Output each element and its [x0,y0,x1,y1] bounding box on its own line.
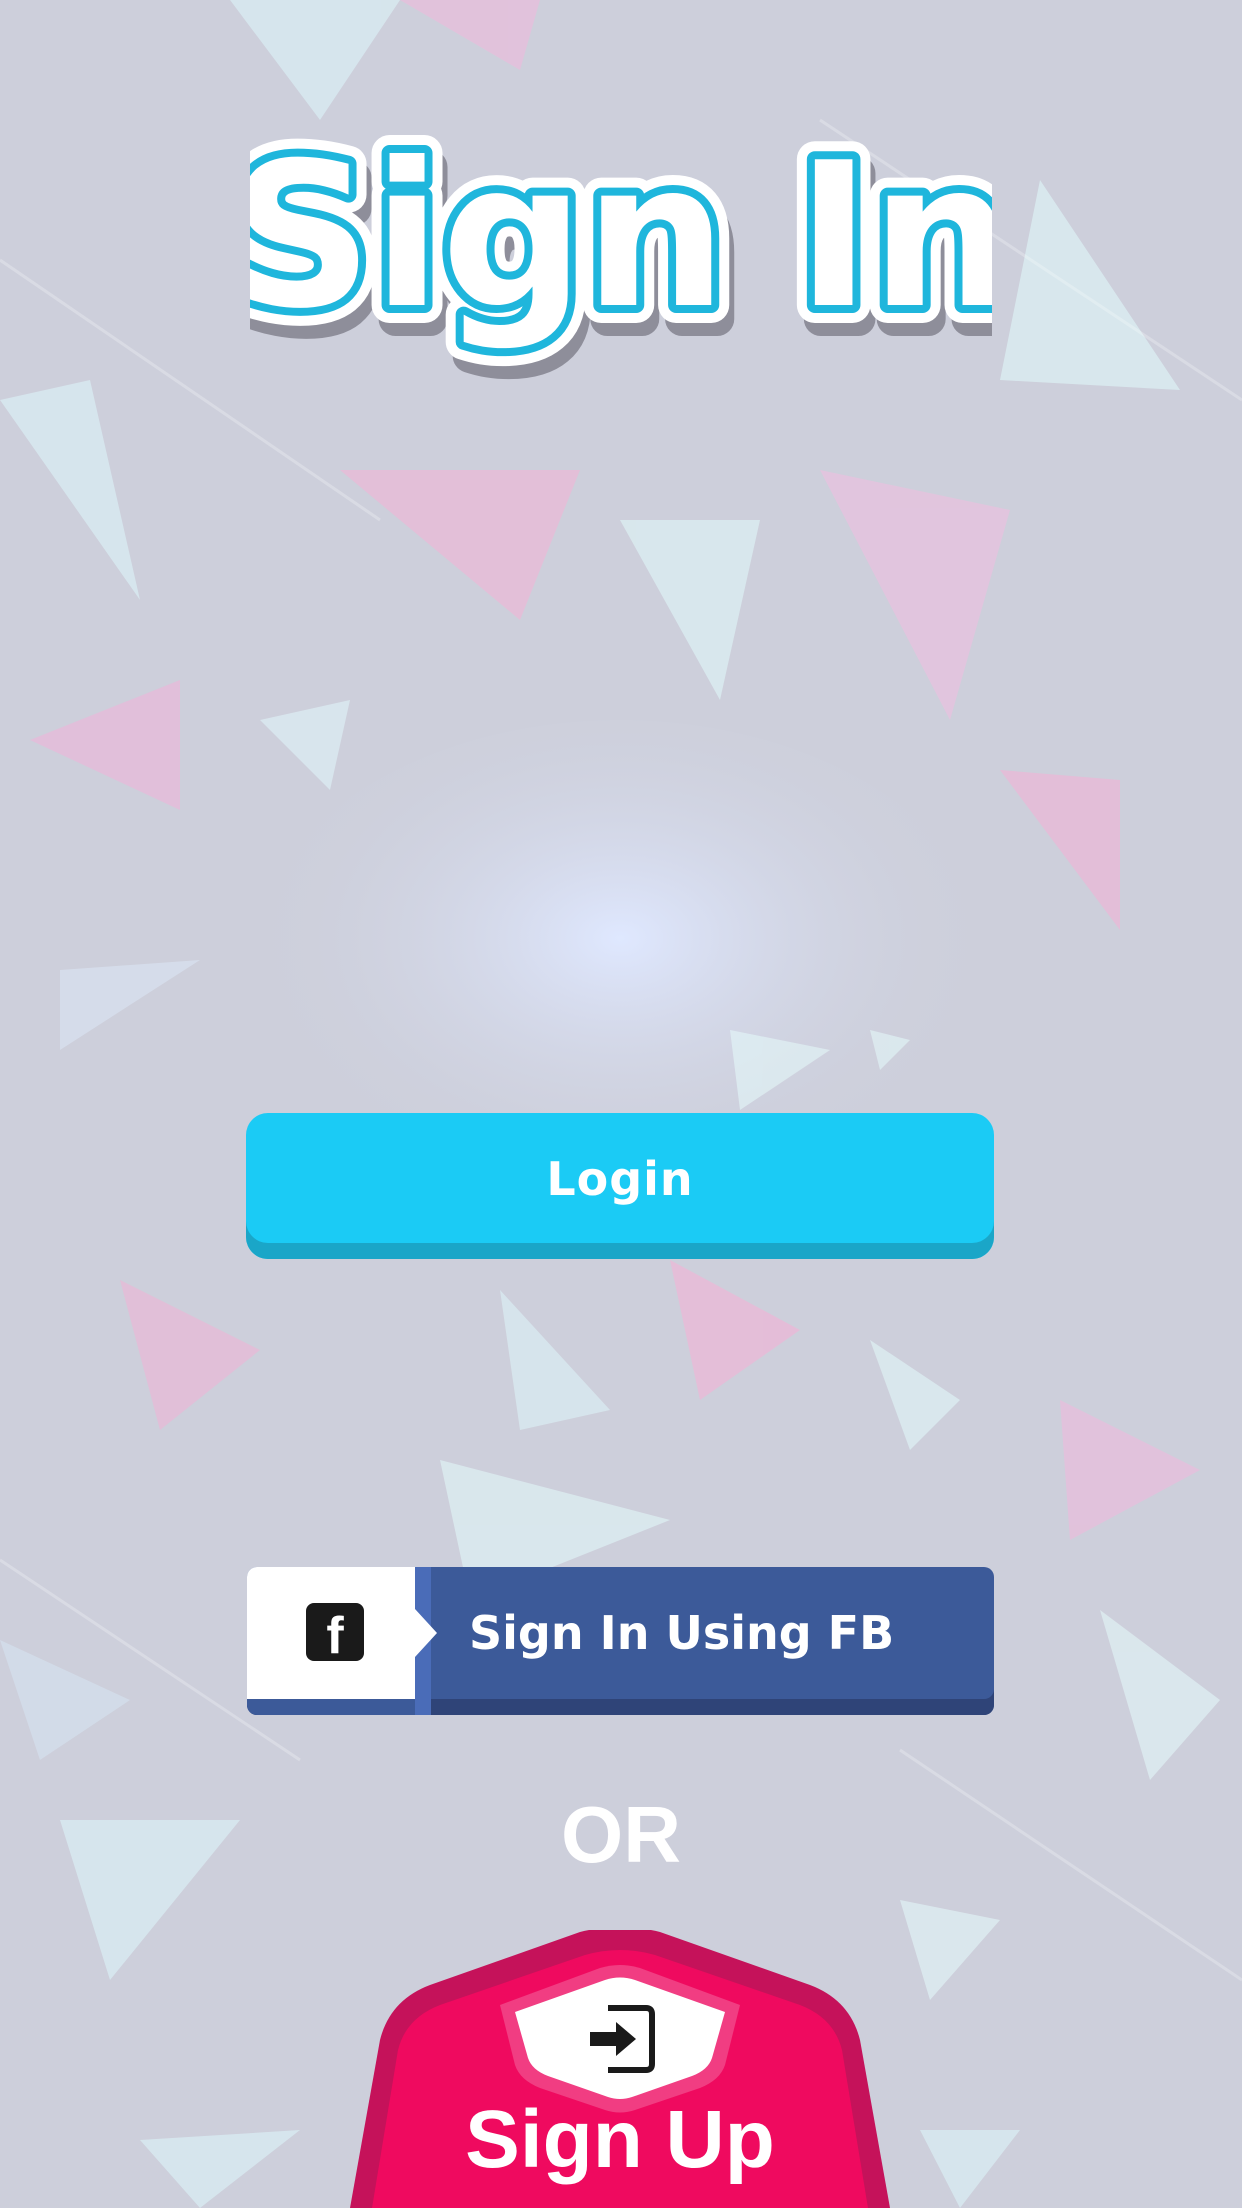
login-button[interactable]: Login [246,1113,994,1259]
facebook-button-label: Sign In Using FB [469,1606,895,1660]
facebook-icon-panel-edge [247,1699,415,1715]
facebook-signin-button[interactable]: f Sign In Using FB [247,1567,994,1715]
signup-button-label: Sign Up [465,2094,775,2185]
page-title-text: Sign In [250,120,992,353]
or-separator: OR [561,1790,681,1879]
login-button-label: Login [546,1152,694,1206]
page-title: Sign In Sign In Sign In Sign In [250,102,992,380]
facebook-pointer-arrow [415,1609,437,1657]
facebook-icon: f [306,1603,364,1661]
